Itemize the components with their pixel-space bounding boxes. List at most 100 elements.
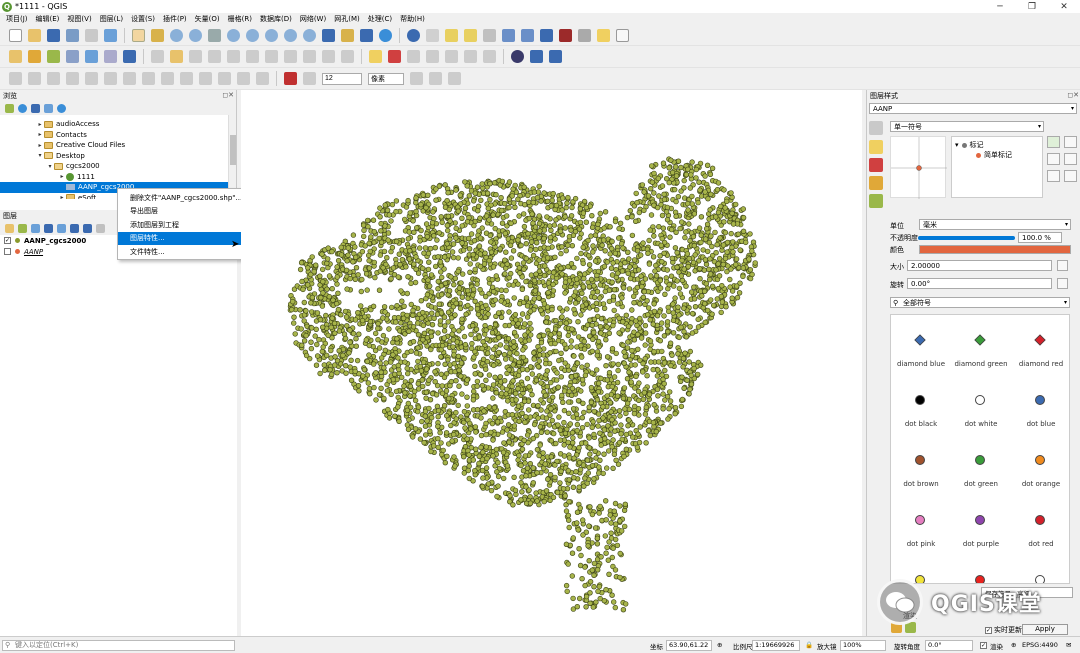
new-map-view-icon[interactable] xyxy=(322,28,335,42)
browser-scrollbar[interactable] xyxy=(228,115,236,199)
rotation-spinbox[interactable]: 0.0° xyxy=(925,640,973,651)
browser-item-cgcs2000[interactable]: ▾ cgcs2000 xyxy=(0,161,228,172)
magnifier-spinbox[interactable]: 100% xyxy=(840,640,886,651)
messages-icon[interactable]: ✉ xyxy=(1066,641,1071,649)
symbol-gallery-item[interactable]: dot purple xyxy=(951,495,1011,555)
toggle-editing-icon[interactable] xyxy=(170,50,183,63)
offset-curve-icon[interactable] xyxy=(123,72,136,85)
move-label-icon[interactable] xyxy=(445,50,458,63)
menu-vector[interactable]: 矢量(O) xyxy=(191,14,224,24)
split-parts-icon[interactable] xyxy=(161,72,174,85)
zoom-in-icon[interactable] xyxy=(170,28,183,42)
zoom-full-icon[interactable] xyxy=(208,28,221,42)
split-features-icon[interactable] xyxy=(142,72,155,85)
layer-styling-icon[interactable] xyxy=(5,223,14,233)
merge-attributes-icon[interactable] xyxy=(199,72,212,85)
bookmark-icon[interactable] xyxy=(341,28,354,42)
close-icon[interactable]: ✕ xyxy=(1048,0,1080,13)
topological-editing-icon[interactable] xyxy=(410,72,423,85)
locator-search-input[interactable]: ⚲ 键入以定位(Ctrl+K) xyxy=(2,640,235,651)
expand-arrow-icon[interactable]: ▸ xyxy=(36,142,44,149)
crs-icon[interactable]: ⊕ xyxy=(1011,641,1016,649)
add-mesh-layer-icon[interactable] xyxy=(85,50,98,63)
rotation-spinbox[interactable]: 0.00° xyxy=(907,278,1052,289)
symbology-tab-icon[interactable] xyxy=(869,121,883,135)
rotate-symbols-icon[interactable] xyxy=(218,72,231,85)
zoom-out-icon[interactable] xyxy=(189,28,202,42)
undo-icon[interactable] xyxy=(322,50,335,63)
opacity-slider[interactable] xyxy=(918,236,1015,240)
layer-visibility-checkbox[interactable]: ✓ xyxy=(4,237,11,244)
scale-select[interactable]: 1:19669926 xyxy=(752,640,800,651)
remove-symbol-layer-icon[interactable] xyxy=(1047,153,1060,165)
browser-item-desktop[interactable]: ▾ Desktop xyxy=(0,151,228,162)
statistics-icon[interactable] xyxy=(559,28,572,42)
add-feature-icon[interactable] xyxy=(208,50,221,63)
delete-ring-icon[interactable] xyxy=(66,72,79,85)
map-themes-icon[interactable] xyxy=(31,223,40,233)
menu-view[interactable]: 视图(V) xyxy=(63,14,95,24)
scrollbar-thumb[interactable] xyxy=(230,135,236,165)
browser-item-creative-cloud[interactable]: ▸ Creative Cloud Files xyxy=(0,140,228,151)
menu-raster[interactable]: 栅格(R) xyxy=(224,14,256,24)
add-ring-icon[interactable] xyxy=(9,72,22,85)
menu-processing[interactable]: 处理(C) xyxy=(364,14,396,24)
snap-vertex-icon[interactable] xyxy=(303,72,316,85)
collapse-all-icon[interactable] xyxy=(44,103,53,113)
field-calculator-icon[interactable] xyxy=(521,28,534,42)
diagram-tool-icon[interactable] xyxy=(388,50,401,63)
layout-manager-icon[interactable] xyxy=(104,28,117,42)
zoom-selection-icon[interactable] xyxy=(227,28,240,42)
expand-all-icon[interactable] xyxy=(70,223,79,233)
rotate-feature-icon[interactable] xyxy=(256,72,269,85)
opacity-spinbox[interactable]: 100.0 % xyxy=(1018,232,1062,243)
menu-edit[interactable]: 编辑(E) xyxy=(32,14,64,24)
renderer-select[interactable]: 单一符号 ▾ xyxy=(890,121,1044,132)
remove-layer-icon[interactable] xyxy=(96,223,105,233)
dock-float-close-icon[interactable]: ◻✕ xyxy=(222,91,234,99)
plugin-globe-icon[interactable] xyxy=(511,50,524,63)
cut-features-icon[interactable] xyxy=(265,50,278,63)
size-spinbox[interactable]: 2.00000 xyxy=(907,260,1052,271)
data-source-manager-icon[interactable] xyxy=(9,50,22,63)
snapping-tolerance-input[interactable] xyxy=(322,72,362,85)
attribute-table-icon[interactable] xyxy=(502,28,515,42)
menu-item-add-layer-to-project[interactable]: 添加图层到工程 xyxy=(118,218,253,232)
current-edits-icon[interactable] xyxy=(151,50,164,63)
map-tips-icon[interactable] xyxy=(597,28,610,42)
dock-float-close-icon[interactable]: ◻✕ xyxy=(1067,91,1079,99)
deselect-icon[interactable] xyxy=(483,28,496,42)
render-checkbox[interactable]: ✓ xyxy=(980,642,987,649)
symbol-gallery-item[interactable]: dot blue xyxy=(1011,375,1069,435)
add-part-icon[interactable] xyxy=(28,72,41,85)
minimize-icon[interactable]: ─ xyxy=(984,0,1016,13)
symbol-gallery-item[interactable]: dot red xyxy=(1011,495,1069,555)
delete-selected-icon[interactable] xyxy=(246,50,259,63)
save-edits-icon[interactable] xyxy=(189,50,202,63)
new-geopackage-icon[interactable] xyxy=(28,50,41,63)
symbol-gallery-item[interactable]: dot brown xyxy=(891,435,951,495)
labels-tab-icon[interactable] xyxy=(869,140,883,154)
select-by-value-icon[interactable] xyxy=(464,28,477,42)
collapse-all-layers-icon[interactable] xyxy=(83,223,92,233)
data-defined-override-icon[interactable] xyxy=(1057,278,1068,289)
browser-item-contacts[interactable]: ▸ Contacts xyxy=(0,130,228,141)
show-hide-labels-icon[interactable] xyxy=(426,50,439,63)
zoom-next-icon[interactable] xyxy=(303,28,316,42)
menu-item-delete-file[interactable]: 删除文件"AANP_cgcs2000.shp"... xyxy=(118,191,253,205)
label-tool-icon[interactable] xyxy=(369,50,382,63)
unit-select[interactable]: 毫米 ▾ xyxy=(919,219,1071,230)
add-raster-layer-icon[interactable] xyxy=(66,50,79,63)
expand-arrow-icon[interactable]: ▸ xyxy=(36,131,44,138)
pin-labels-icon[interactable] xyxy=(407,50,420,63)
mouse-position-icon[interactable]: ⊕ xyxy=(717,641,722,649)
symbol-gallery-item[interactable]: dot green xyxy=(951,435,1011,495)
menu-plugins[interactable]: 插件(P) xyxy=(159,14,191,24)
snapping-units-select[interactable]: 像素 xyxy=(368,72,404,85)
layer-select[interactable]: AANP ▾ xyxy=(869,103,1077,114)
vertex-tool-icon[interactable] xyxy=(227,50,240,63)
menu-project[interactable]: 项目(J) xyxy=(2,14,32,24)
tracing-icon[interactable] xyxy=(448,72,461,85)
symbol-tree-marker[interactable]: ▾ 标记 xyxy=(955,140,984,150)
restore-icon[interactable]: ❐ xyxy=(1016,0,1048,13)
